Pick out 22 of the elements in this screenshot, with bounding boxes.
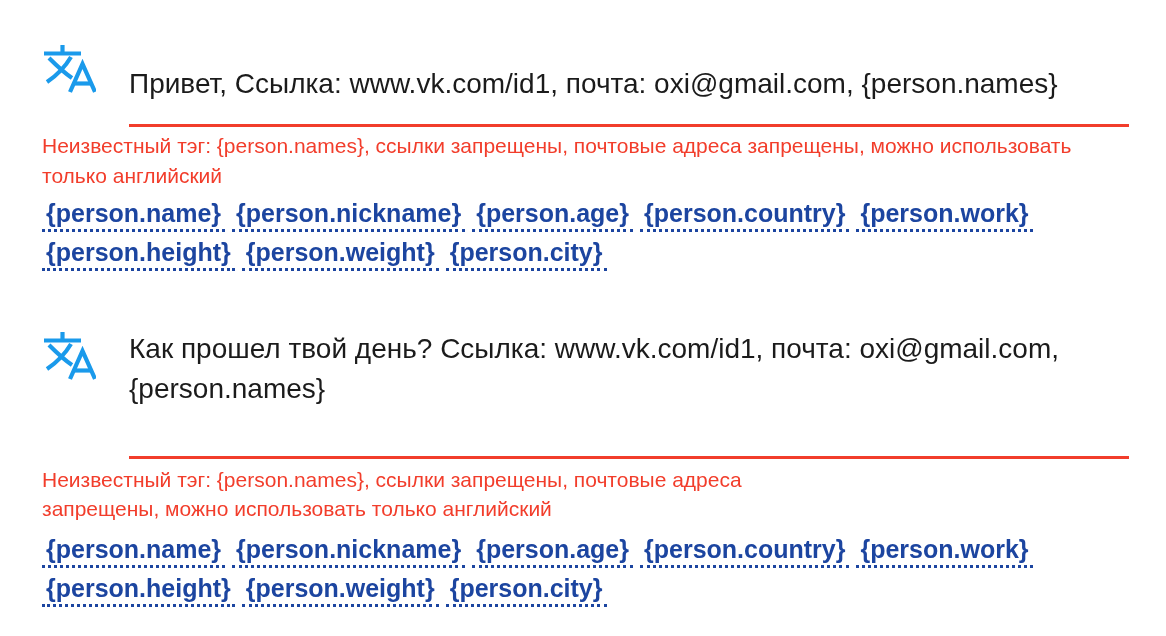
tag-link[interactable]: {person.country} (640, 198, 850, 232)
tag-link[interactable]: {person.age} (472, 534, 633, 568)
tag-link[interactable]: {person.weight} (241, 573, 439, 607)
error-message: Неизвестный тэг: {person.names}, ссылки запрещены, почтовые адреса запрещены, можно использовать только английский (42, 133, 1073, 189)
tag-link[interactable]: {person.work} (856, 198, 1033, 232)
tag-link[interactable]: {person.nickname} (232, 534, 466, 568)
tag-link[interactable]: {person.height} (42, 573, 235, 607)
tag-link[interactable]: {person.height} (42, 237, 235, 271)
tag-link[interactable]: {person.weight} (241, 237, 439, 271)
error-message: Неизвестный тэг: {person.names}, ссылки запрещены, почтовые адреса запрещены, можно использовать только английский (42, 467, 743, 522)
tag-link[interactable]: {person.name} (42, 534, 226, 568)
tag-link[interactable]: {person.country} (640, 534, 850, 568)
tag-link[interactable]: {person.city} (445, 573, 607, 607)
tag-link[interactable]: {person.work} (856, 534, 1033, 568)
tag-link[interactable]: {person.city} (445, 237, 607, 271)
tag-link[interactable]: {person.nickname} (232, 198, 466, 232)
tag-link[interactable]: {person.age} (472, 198, 633, 232)
translate-icon (44, 332, 96, 380)
tag-link[interactable]: {person.name} (42, 198, 226, 232)
message-field[interactable]: Как прошел твой день? Ссылка: www.vk.com/id1, почта: oxi@gmail.com, {person.names} (129, 329, 1129, 459)
translate-icon (44, 45, 96, 93)
message-field[interactable]: Привет, Ссылка: www.vk.com/id1, почта: oxi@gmail.com, {person.names} (129, 42, 1129, 127)
